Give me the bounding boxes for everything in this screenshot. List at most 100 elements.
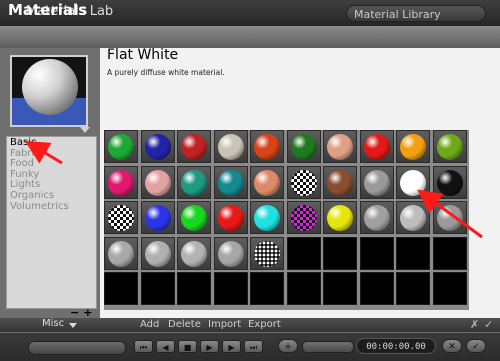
zoom-in-icon[interactable]: +: [278, 339, 298, 353]
material-swatch[interactable]: [213, 130, 248, 163]
material-description: A purely diffuse white material.: [107, 68, 225, 77]
chevron-down-icon[interactable]: [69, 323, 77, 328]
swatch-sphere: [400, 205, 426, 231]
material-swatch[interactable]: [104, 236, 138, 270]
material-swatch[interactable]: [140, 272, 175, 305]
material-swatch[interactable]: [432, 130, 467, 163]
material-swatch[interactable]: [250, 130, 284, 163]
category-item-basic[interactable]: Basic: [10, 137, 96, 149]
swatch-sphere: [400, 134, 426, 160]
swatch-sphere: [108, 134, 134, 160]
key-slider[interactable]: [302, 341, 354, 353]
material-swatch[interactable]: [359, 272, 394, 305]
check-icon[interactable]: ✓: [484, 318, 493, 331]
material-swatch[interactable]: [177, 165, 211, 199]
material-swatch[interactable]: [286, 236, 321, 270]
go-to-start-icon[interactable]: ⏮: [134, 340, 153, 353]
export-button[interactable]: Export: [248, 319, 281, 330]
material-swatch[interactable]: [359, 165, 394, 199]
material-swatch[interactable]: [177, 272, 211, 305]
material-swatch[interactable]: [140, 236, 175, 270]
material-swatch[interactable]: [432, 201, 467, 234]
material-swatch[interactable]: [432, 272, 467, 305]
material-swatch[interactable]: [104, 130, 138, 163]
material-swatch[interactable]: [250, 236, 284, 270]
swatch-sphere: [290, 134, 317, 160]
material-swatch[interactable]: [250, 201, 284, 234]
preview-pointer: [80, 127, 90, 133]
swatch-sphere: [363, 134, 390, 160]
material-swatch[interactable]: [323, 236, 357, 270]
swatch-sphere: [108, 205, 134, 231]
material-swatch[interactable]: [359, 236, 394, 270]
material-swatch[interactable]: [396, 272, 430, 305]
material-swatch[interactable]: [104, 201, 138, 234]
swatch-sphere: [327, 205, 353, 231]
material-swatch[interactable]: [396, 130, 430, 163]
category-item-volumetrics[interactable]: Volumetrics: [10, 201, 96, 213]
material-swatch[interactable]: [286, 201, 321, 234]
accept-icon[interactable]: ✓: [466, 339, 486, 353]
material-swatch[interactable]: [323, 130, 357, 163]
go-to-end-icon[interactable]: ⏭: [244, 340, 263, 353]
material-swatch[interactable]: [323, 201, 357, 234]
preview-sphere: [22, 59, 78, 115]
close-icon[interactable]: ✗: [470, 318, 479, 331]
material-swatch[interactable]: [250, 272, 284, 305]
material-swatch[interactable]: [432, 165, 467, 199]
swatch-sphere: [436, 134, 463, 160]
material-swatch[interactable]: [396, 201, 430, 234]
delete-button[interactable]: Delete: [168, 319, 201, 330]
swatch-sphere: [400, 169, 426, 196]
swatch-sphere: [217, 205, 244, 231]
material-swatch[interactable]: [140, 165, 175, 199]
cancel-icon[interactable]: ✕: [442, 339, 462, 353]
material-swatch[interactable]: [323, 165, 357, 199]
material-library-tab[interactable]: Material Library: [346, 5, 486, 22]
play-icon[interactable]: ▶: [200, 340, 219, 353]
swatch-sphere: [144, 134, 171, 160]
misc-menu[interactable]: Misc: [42, 318, 64, 329]
swatch-sphere: [363, 169, 390, 196]
material-swatch[interactable]: [213, 236, 248, 270]
material-swatch[interactable]: [286, 272, 321, 305]
material-swatch[interactable]: [250, 165, 284, 199]
swatch-sphere: [108, 169, 134, 196]
material-swatch[interactable]: [104, 272, 138, 305]
material-swatch[interactable]: [396, 236, 430, 270]
swatch-sphere: [290, 205, 317, 231]
step-back-icon[interactable]: ◀: [156, 340, 175, 353]
material-swatch[interactable]: [359, 130, 394, 163]
material-swatch[interactable]: [177, 201, 211, 234]
swatch-sphere: [436, 169, 463, 196]
swatch-sphere: [144, 240, 171, 267]
material-swatch[interactable]: [213, 272, 248, 305]
material-swatch[interactable]: [359, 201, 394, 234]
stop-icon[interactable]: ■: [178, 340, 197, 353]
material-swatch[interactable]: [177, 130, 211, 163]
time-readout: 00:00:00.00: [356, 338, 436, 354]
material-swatch[interactable]: [104, 165, 138, 199]
material-swatch[interactable]: [286, 165, 321, 199]
material-swatch[interactable]: [286, 130, 321, 163]
playback-pill[interactable]: [28, 341, 126, 355]
step-forward-icon[interactable]: ▶: [222, 340, 241, 353]
material-swatch[interactable]: [177, 236, 211, 270]
material-swatch[interactable]: [140, 201, 175, 234]
material-swatch[interactable]: [213, 201, 248, 234]
swatch-sphere: [181, 205, 207, 231]
swatch-sphere: [436, 205, 463, 231]
material-preview: [10, 55, 88, 127]
page-title: Materials: [8, 1, 88, 19]
material-swatch[interactable]: [323, 272, 357, 305]
material-swatch[interactable]: [213, 165, 248, 199]
swatch-sphere: [217, 169, 244, 196]
import-button[interactable]: Import: [208, 319, 241, 330]
material-swatch[interactable]: [396, 165, 430, 199]
material-swatch[interactable]: [140, 130, 175, 163]
add-button[interactable]: Add: [140, 319, 159, 330]
swatch-sphere: [144, 169, 171, 196]
material-swatch[interactable]: [432, 236, 467, 270]
swatch-sphere: [254, 134, 280, 160]
category-item-organics[interactable]: Organics: [10, 190, 96, 202]
